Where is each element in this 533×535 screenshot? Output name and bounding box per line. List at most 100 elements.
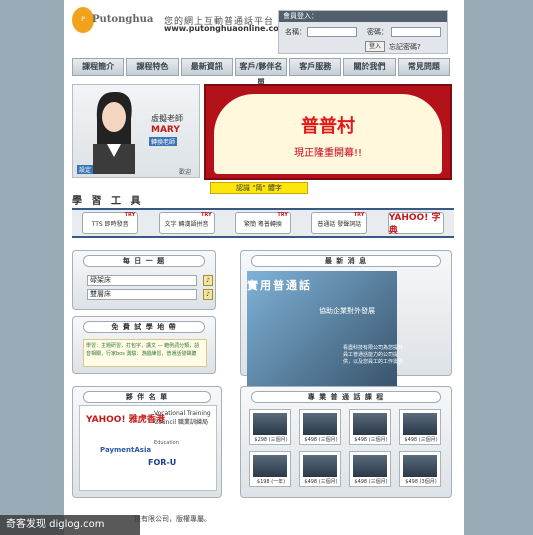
- tool-tts[interactable]: TTS 即時發音 TRY: [82, 212, 139, 234]
- forgot-password-link[interactable]: 忘記密碼?: [389, 42, 421, 52]
- name-input[interactable]: [307, 27, 357, 37]
- teacher-welcome-link[interactable]: 歡迎: [179, 167, 191, 176]
- news-subtitle: 協助企業對外發展: [319, 307, 375, 315]
- course-card[interactable]: $498 (三個月): [399, 409, 441, 445]
- news-image[interactable]: 實用普通話 協助企業對外發展 看盡科技有限公司為您提升員工普通話能力的公司提供，…: [247, 271, 403, 389]
- teacher-english-name: MARY: [151, 125, 180, 135]
- course-card[interactable]: $498 (三個月): [349, 451, 391, 487]
- tool-yahoo-dictionary[interactable]: YAHOO! 字典: [387, 212, 444, 236]
- daily-word-row: 雙層床: [87, 289, 197, 300]
- logo-icon[interactable]: P: [72, 7, 94, 33]
- login-button[interactable]: 登入: [365, 41, 385, 52]
- login-box: 會員登入： 名稱： 密碼： 登入 忘記密碼?: [278, 10, 448, 54]
- virtual-teacher-panel: 虛擬老師 MARY 轉換老師 設定 歡迎: [72, 84, 200, 178]
- tools-title: 學 習 工 具: [72, 196, 144, 207]
- partner-education[interactable]: Education: [154, 440, 179, 446]
- course-card[interactable]: $298 (三個月): [249, 409, 291, 445]
- course-price: $498 (3個月): [405, 479, 437, 485]
- teacher-name: 虛擬老師: [151, 114, 183, 123]
- nav-item[interactable]: 客戶服務: [289, 58, 342, 76]
- teacher-settings-button[interactable]: 設定: [77, 165, 94, 174]
- tool-label: TTS 即時發音: [91, 220, 129, 228]
- tool-label: 繁簡 粵普轉換: [244, 220, 282, 228]
- courses-panel: 專 業 普 通 話 課 程 $298 (三個月) $498 (三個月) $498…: [240, 386, 452, 498]
- news-heading: 實用普通話: [247, 279, 312, 292]
- course-price: $498 (三個月): [354, 479, 388, 485]
- course-price: $498 (三個月): [354, 437, 388, 443]
- course-card[interactable]: $498 (三個月): [349, 409, 391, 445]
- course-price: $498 (三個月): [304, 479, 338, 485]
- site-url: www.putonghuaonline.com: [164, 24, 288, 33]
- banner-stage: 普普村 現正隆重開幕!!: [214, 94, 442, 174]
- login-header: 會員登入：: [279, 11, 447, 22]
- partner-paymentasia[interactable]: PaymentAsia: [100, 446, 151, 454]
- course-price: $198 (一年): [256, 479, 286, 485]
- tool-convert[interactable]: 繁簡 粵普轉換 TRY: [234, 212, 291, 234]
- nav-item[interactable]: 課程簡介: [72, 58, 125, 76]
- daily-word-panel: 每 日 一 题 碌架床 ♪ 雙層床 ♪: [72, 250, 216, 310]
- tools-bar: TTS 即時發音 TRY 文字 轉漢語拼音 TRY 繁簡 粵普轉換 TRY 普通話 發…: [72, 208, 454, 238]
- promo-banner[interactable]: 普普村 現正隆重開幕!!: [204, 84, 452, 180]
- news-body: 看盡科技有限公司為您提升員工普通話能力的公司提供，以及您員工的工作需要: [343, 345, 404, 365]
- watermark: 奇客发现 diglog.com: [0, 515, 140, 535]
- daily-word-title: 每 日 一 题: [83, 255, 205, 267]
- course-thumbnail: [253, 455, 287, 477]
- partners-title: 夥 伴 名 單: [83, 391, 211, 403]
- partners-panel: 夥 伴 名 單 YAHOO! 雅虎香港 Vocational Training …: [72, 386, 222, 498]
- logo-name[interactable]: Putonghua: [92, 14, 153, 25]
- tool-phrases[interactable]: 普通話 發聲詞話 TRY: [311, 212, 368, 234]
- tool-pinyin[interactable]: 文字 轉漢語拼音 TRY: [158, 212, 215, 234]
- nav-item[interactable]: 客戶/夥伴名單: [234, 58, 288, 87]
- nav-item[interactable]: 課程特色: [126, 58, 179, 76]
- name-label: 名稱：: [285, 28, 306, 36]
- banner-title: 普普村: [301, 116, 355, 137]
- course-thumbnail: [403, 455, 437, 477]
- nav-item[interactable]: 最新資訊: [180, 58, 233, 76]
- main-nav: 課程簡介 課程特色 最新資訊 客戶/夥伴名單 客戶服務 關於我們 常見問題: [72, 58, 450, 87]
- course-thumbnail: [353, 455, 387, 477]
- course-thumbnail: [253, 413, 287, 435]
- news-title: 最 新 消 息: [251, 255, 441, 267]
- course-card[interactable]: $498 (3個月): [399, 451, 441, 487]
- course-price: $498 (三個月): [404, 437, 438, 443]
- partner-vtc[interactable]: Vocational Training Council 職業訓練局: [154, 410, 214, 426]
- courses-title: 專 業 普 通 話 課 程: [251, 391, 441, 403]
- password-label: 密碼：: [367, 28, 388, 36]
- partner-yahoo[interactable]: YAHOO! 雅虎香港: [86, 412, 165, 425]
- page-container: P Putonghua 您的網上互動普通話平台 www.putonghuaonl…: [64, 0, 464, 535]
- switch-teacher-button[interactable]: 轉換老師: [149, 137, 178, 146]
- speaker-icon[interactable]: ♪: [203, 275, 213, 286]
- nav-item[interactable]: 關於我們: [343, 58, 396, 76]
- course-card[interactable]: $498 (三個月): [299, 451, 341, 487]
- course-thumbnail: [403, 413, 437, 435]
- try-badge: TRY: [277, 212, 288, 218]
- try-badge: TRY: [124, 212, 136, 218]
- free-trial-title: 免 費 試 學 地 帶: [83, 321, 205, 333]
- free-trial-content[interactable]: 學習：主題研習，打包字，講文 — 範例詞分類，語音相關，行家bos 測驗：游戲練…: [83, 339, 207, 367]
- teacher-avatar-icon: [93, 91, 135, 174]
- try-badge: TRY: [200, 212, 212, 218]
- try-badge: TRY: [353, 212, 365, 218]
- tool-label: 文字 轉漢語拼音: [164, 220, 209, 228]
- partners-logos: YAHOO! 雅虎香港 Vocational Training Council …: [79, 405, 217, 491]
- course-card[interactable]: $198 (一年): [249, 451, 291, 487]
- free-trial-panel: 免 費 試 學 地 帶 學習：主題研習，打包字，講文 — 範例詞分類，語音相關，…: [72, 316, 216, 374]
- tool-label: YAHOO! 字典: [388, 213, 441, 236]
- password-input[interactable]: [391, 27, 441, 37]
- course-thumbnail: [303, 455, 337, 477]
- banner-subtitle: 現正隆重開幕!!: [293, 148, 363, 159]
- course-price: $298 (三個月): [254, 437, 288, 443]
- news-panel: 最 新 消 息 實用普通話 協助企業對外發展 看盡科技有限公司為您提升員工普通話…: [240, 250, 452, 389]
- course-card[interactable]: $498 (三個月): [299, 409, 341, 445]
- tool-label: 普通話 發聲詞話: [317, 220, 362, 228]
- nav-item[interactable]: 常見問題: [397, 58, 450, 76]
- daily-word-row: 碌架床: [87, 275, 197, 286]
- course-grid: $298 (三個月) $498 (三個月) $498 (三個月) $498 (三…: [249, 409, 441, 487]
- course-thumbnail: [303, 413, 337, 435]
- speaker-icon[interactable]: ♪: [203, 289, 213, 300]
- partner-for-u[interactable]: FOR-U: [148, 458, 176, 467]
- course-thumbnail: [353, 413, 387, 435]
- course-price: $498 (三個月): [304, 437, 338, 443]
- footer-copyright: 技有限公司，版權專屬。: [134, 515, 211, 523]
- recognize-simplified-button[interactable]: 認識 "简" 體字: [210, 182, 308, 194]
